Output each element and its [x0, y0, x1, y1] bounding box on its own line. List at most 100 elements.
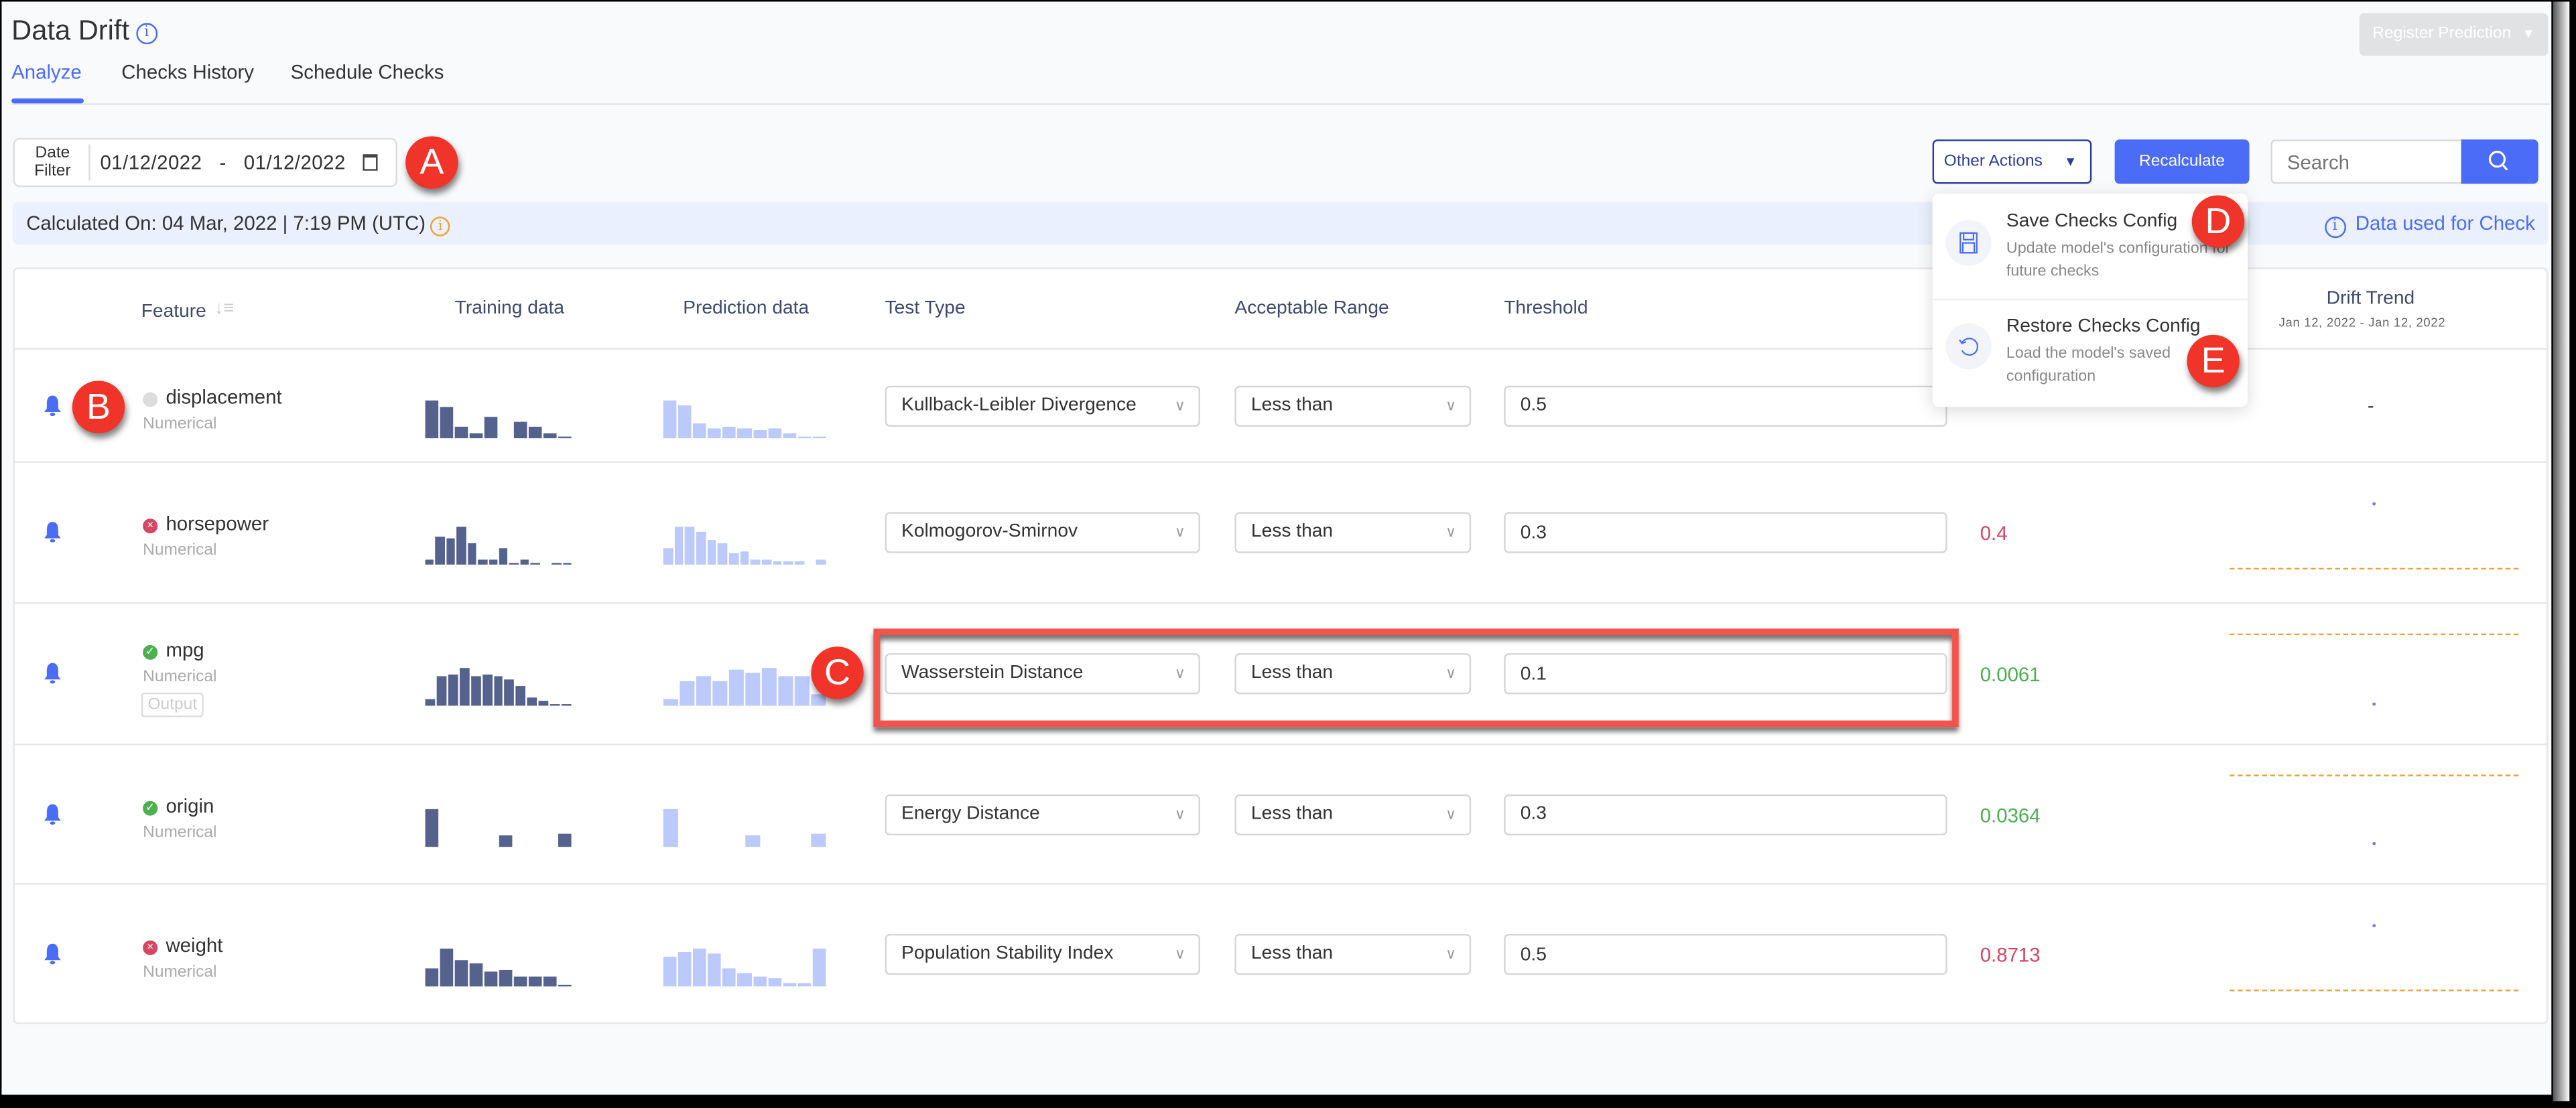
- histogram-bar: [753, 976, 767, 987]
- trend-point[interactable]: [2372, 702, 2376, 706]
- test-type-select[interactable]: Kullback-Leibler Divergence ∨: [885, 385, 1200, 426]
- threshold-line: [2230, 633, 2519, 636]
- data-used-for-check-link[interactable]: i Data used for Check: [2324, 212, 2535, 238]
- histogram-bar: [478, 559, 487, 565]
- histogram-bar: [539, 701, 549, 706]
- trend-point[interactable]: [2372, 841, 2376, 845]
- column-header-test-type: Test Type: [885, 298, 966, 319]
- save-icon: [1945, 220, 1992, 266]
- histogram-bar: [693, 423, 707, 437]
- other-actions-dropdown[interactable]: Other Actions ▼: [1932, 139, 2092, 184]
- tab-schedule-checks[interactable]: Schedule Checks: [291, 61, 444, 84]
- histogram-bar: [811, 694, 826, 706]
- drift-trend-chart: -: [2230, 350, 2518, 463]
- drift-trend-chart: [2230, 885, 2519, 1026]
- histogram-bar: [663, 956, 677, 987]
- column-header-training-data: Training data: [454, 298, 565, 319]
- tab-analyze[interactable]: Analyze: [11, 61, 82, 84]
- trend-point[interactable]: [2372, 502, 2376, 506]
- bell-icon[interactable]: [43, 802, 62, 825]
- feature-type: Numerical: [143, 668, 217, 687]
- feature-type: Numerical: [143, 414, 217, 433]
- histogram-bar: [513, 422, 527, 437]
- histogram-bar: [663, 399, 677, 437]
- histogram-bar: [745, 672, 761, 706]
- acceptable-range-select[interactable]: Less than ∨: [1234, 385, 1472, 426]
- info-icon[interactable]: i: [430, 216, 450, 236]
- register-prediction-button[interactable]: Register Prediction ▼: [2359, 13, 2549, 56]
- chevron-down-icon: ∨: [1445, 805, 1457, 822]
- menu-item-title: Restore Checks Config: [2006, 316, 2201, 337]
- threshold-input[interactable]: [1504, 934, 1947, 975]
- feature-name[interactable]: origin: [166, 794, 214, 817]
- bell-icon[interactable]: [43, 942, 62, 965]
- acceptable-range-select[interactable]: Less than ∨: [1234, 512, 1472, 553]
- recalculate-button[interactable]: Recalculate: [2114, 139, 2250, 184]
- histogram-bar: [663, 699, 678, 706]
- table-row: × horsepower Numerical Kolmogorov-Smirnov ∨ L…: [15, 461, 2547, 604]
- histogram-bar: [459, 668, 469, 706]
- histogram-bar: [499, 969, 513, 987]
- histogram-bar: [516, 685, 526, 706]
- histogram-bar: [562, 563, 572, 565]
- histogram-bar: [738, 429, 751, 437]
- bell-icon[interactable]: [43, 521, 62, 543]
- status-none-icon: [143, 391, 158, 407]
- threshold-line: [2230, 774, 2519, 776]
- threshold-input[interactable]: [1504, 793, 1947, 835]
- annotation-c-highlight-box: [873, 628, 1959, 728]
- chevron-down-icon: ∨: [1174, 396, 1185, 413]
- histogram-bar: [761, 559, 771, 565]
- search-button[interactable]: [2461, 139, 2538, 184]
- feature-name[interactable]: displacement: [166, 385, 281, 408]
- caret-down-icon: ▼: [2522, 26, 2535, 42]
- bell-icon[interactable]: [43, 661, 62, 684]
- test-type-select[interactable]: Population Stability Index ∨: [885, 934, 1200, 975]
- feature-name[interactable]: horsepower: [166, 512, 269, 535]
- histogram-bar: [520, 559, 529, 565]
- column-header-feature[interactable]: Feature ↓≡: [141, 299, 235, 322]
- histogram-bar: [797, 983, 812, 987]
- info-icon[interactable]: i: [135, 23, 157, 45]
- histogram-bar: [552, 563, 561, 565]
- test-type-select[interactable]: Kolmogorov-Smirnov ∨: [885, 512, 1200, 553]
- threshold-input[interactable]: [1504, 385, 1947, 426]
- feature-name[interactable]: weight: [166, 934, 222, 957]
- drift-result-value: 0.0061: [1980, 663, 2041, 687]
- acceptable-range-value: Less than: [1250, 803, 1334, 823]
- drift-result-value: 0.4: [1980, 522, 2008, 545]
- acceptable-range-value: Less than: [1250, 522, 1334, 542]
- restore-icon: [1945, 323, 1992, 370]
- acceptable-range-select[interactable]: Less than ∨: [1234, 934, 1472, 975]
- histogram-bar: [767, 429, 781, 437]
- histogram-bar: [543, 433, 557, 437]
- search-input[interactable]: [2270, 139, 2463, 184]
- histogram-bar: [469, 433, 483, 437]
- histogram-bar: [493, 677, 503, 706]
- acceptable-range-select[interactable]: Less than ∨: [1234, 793, 1472, 835]
- histogram-bar: [470, 677, 480, 706]
- test-type-value: Kullback-Leibler Divergence: [901, 395, 1137, 415]
- training-histogram: [425, 388, 574, 437]
- end-date[interactable]: 01/12/2022: [244, 151, 346, 174]
- trend-point[interactable]: [2372, 924, 2376, 928]
- feature-name[interactable]: mpg: [166, 638, 204, 661]
- bell-icon[interactable]: [43, 393, 62, 416]
- threshold-input[interactable]: [1504, 512, 1947, 553]
- test-type-select[interactable]: Energy Distance ∨: [885, 793, 1200, 835]
- column-header-prediction-data: Prediction data: [683, 298, 810, 319]
- date-range[interactable]: 01/12/2022 - 01/12/2022: [100, 151, 345, 174]
- histogram-bar: [707, 540, 716, 565]
- training-histogram: [425, 937, 574, 987]
- table-row: ✓ origin Numerical Energy Distance ∨ Less tha…: [15, 743, 2547, 885]
- register-prediction-label: Register Prediction: [2372, 24, 2512, 43]
- calendar-icon[interactable]: [363, 154, 378, 171]
- date-filter[interactable]: Date Filter 01/12/2022 - 01/12/2022: [13, 137, 397, 188]
- tab-checks-history[interactable]: Checks History: [121, 61, 254, 84]
- chevron-down-icon: ∨: [1174, 805, 1185, 822]
- sort-icon[interactable]: ↓≡: [214, 299, 234, 318]
- start-date[interactable]: 01/12/2022: [100, 151, 202, 174]
- prediction-histogram: [663, 388, 828, 437]
- histogram-bar: [753, 430, 767, 437]
- threshold-line: [2230, 989, 2519, 991]
